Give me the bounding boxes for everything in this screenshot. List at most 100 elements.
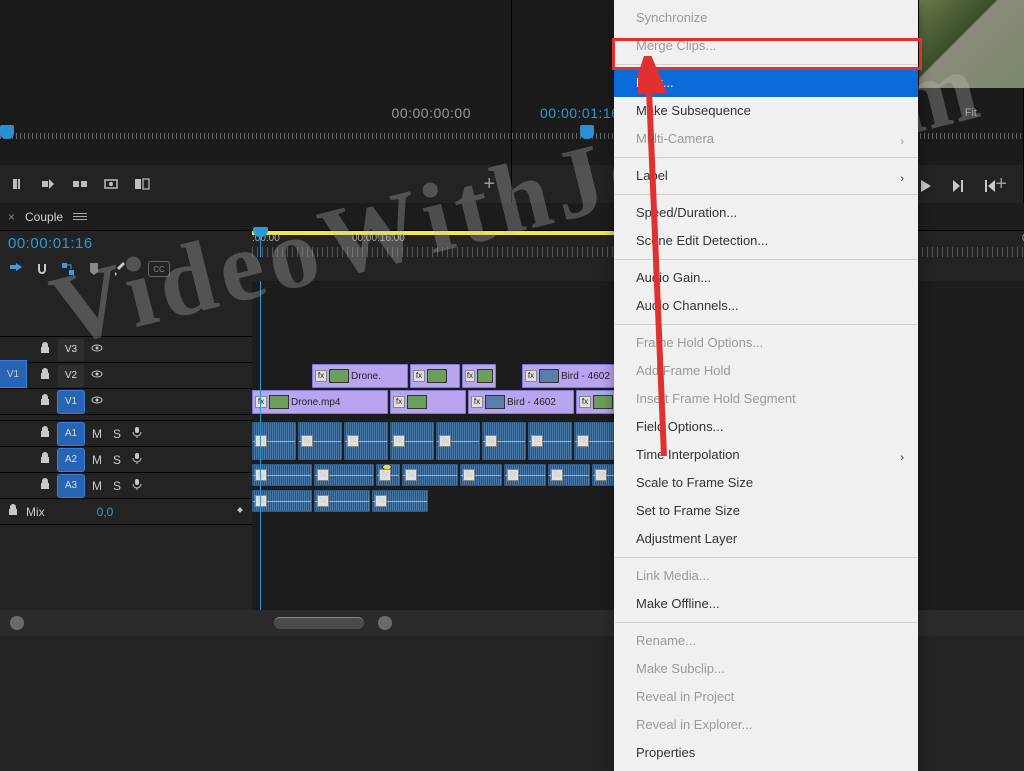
track-target-toggle[interactable]: A1	[58, 423, 84, 445]
fx-icon[interactable]: fx	[413, 370, 425, 382]
menu-item-set-to-frame-size[interactable]: Set to Frame Size	[614, 497, 918, 525]
fx-icon[interactable]: fx	[531, 435, 543, 447]
audio-clip[interactable]: fx	[344, 422, 388, 460]
solo-toggle[interactable]: S	[110, 453, 124, 467]
solo-toggle[interactable]: S	[110, 479, 124, 493]
menu-item-make-offline[interactable]: Make Offline...	[614, 590, 918, 618]
linked-selection-icon[interactable]	[60, 261, 76, 277]
horizontal-scrollbar[interactable]	[274, 617, 364, 629]
audio-clip[interactable]: fx	[574, 422, 618, 460]
audio-clip[interactable]: fx	[548, 464, 590, 486]
eye-icon[interactable]	[90, 342, 104, 357]
step-forward-icon[interactable]	[950, 178, 966, 197]
keyframe-icon[interactable]	[234, 504, 246, 519]
fx-icon[interactable]: fx	[577, 435, 589, 447]
audio-track-header[interactable]: A2MS	[0, 447, 252, 473]
fx-icon[interactable]: fx	[393, 435, 405, 447]
compare-icon[interactable]	[134, 176, 150, 192]
menu-item-speed-duration[interactable]: Speed/Duration...	[614, 199, 918, 227]
step-back-icon[interactable]	[982, 178, 998, 197]
source-timecode[interactable]: 00:00:00:00	[392, 105, 471, 121]
lock-icon[interactable]	[38, 368, 52, 383]
fx-icon[interactable]: fx	[507, 469, 519, 481]
nest-toggle-icon[interactable]	[8, 261, 24, 277]
fx-icon[interactable]: fx	[439, 435, 451, 447]
fx-icon[interactable]: fx	[551, 469, 563, 481]
track-target-toggle[interactable]: V1	[58, 391, 84, 413]
audio-clip[interactable]: fx	[314, 464, 374, 486]
fx-icon[interactable]: fx	[347, 435, 359, 447]
sequence-tab[interactable]: Couple	[25, 210, 63, 224]
play-icon[interactable]	[918, 178, 934, 197]
source-mini-ruler[interactable]	[0, 125, 511, 139]
zoom-in-handle[interactable]	[378, 616, 392, 630]
menu-item-adjustment-layer[interactable]: Adjustment Layer	[614, 525, 918, 553]
menu-item-time-interpolation[interactable]: Time Interpolation›	[614, 441, 918, 469]
video-clip[interactable]: fx	[410, 364, 460, 388]
mix-track-header[interactable]: Mix 0,0	[0, 499, 252, 525]
audio-clip[interactable]: fx	[252, 490, 312, 512]
video-track-header[interactable]: V2	[0, 363, 252, 389]
fx-icon[interactable]: fx	[301, 435, 313, 447]
audio-clip[interactable]: fx	[298, 422, 342, 460]
lock-icon[interactable]	[38, 478, 52, 493]
fx-icon[interactable]: fx	[405, 469, 417, 481]
button-editor-plus[interactable]: +	[483, 173, 495, 196]
menu-item-audio-gain[interactable]: Audio Gain...	[614, 264, 918, 292]
audio-clip[interactable]: fx	[376, 464, 400, 486]
fx-icon[interactable]: fx	[471, 396, 483, 408]
marker-icon[interactable]	[86, 261, 102, 277]
audio-clip[interactable]: fx	[436, 422, 480, 460]
timeline-playhead[interactable]	[260, 231, 261, 257]
fx-icon[interactable]: fx	[375, 495, 387, 507]
menu-item-properties[interactable]: Properties	[614, 739, 918, 767]
fx-icon[interactable]: fx	[525, 370, 537, 382]
lock-icon[interactable]	[38, 452, 52, 467]
video-clip[interactable]: fxBird - 4602	[468, 390, 574, 414]
fx-icon[interactable]: fx	[317, 495, 329, 507]
track-target-toggle[interactable]: V2	[58, 365, 84, 387]
export-frame-icon[interactable]	[103, 176, 119, 192]
mute-toggle[interactable]: M	[90, 427, 104, 441]
fx-icon[interactable]: fx	[485, 435, 497, 447]
insert-icon[interactable]	[41, 176, 57, 192]
solo-toggle[interactable]: S	[110, 427, 124, 441]
menu-item-audio-channels[interactable]: Audio Channels...	[614, 292, 918, 320]
fx-icon[interactable]: fx	[255, 396, 267, 408]
zoom-out-handle[interactable]	[10, 616, 24, 630]
source-monitor[interactable]: 00:00:00:00	[0, 0, 512, 165]
fx-icon[interactable]: fx	[595, 469, 607, 481]
menu-item-scene-edit-detection[interactable]: Scene Edit Detection...	[614, 227, 918, 255]
video-clip[interactable]: fx	[462, 364, 496, 388]
audio-clip[interactable]: fx	[482, 422, 526, 460]
menu-item-scale-to-frame-size[interactable]: Scale to Frame Size	[614, 469, 918, 497]
overwrite-icon[interactable]	[72, 176, 88, 192]
fx-icon[interactable]: fx	[579, 396, 591, 408]
mute-toggle[interactable]: M	[90, 479, 104, 493]
source-patch-v1[interactable]: V1	[0, 361, 26, 387]
audio-clip[interactable]: fx	[252, 464, 312, 486]
fx-icon[interactable]: fx	[379, 469, 391, 481]
close-tab-icon[interactable]: ×	[8, 210, 15, 224]
audio-clip[interactable]: fx	[504, 464, 546, 486]
program-timecode[interactable]: 00:00:01:16	[540, 105, 619, 121]
lock-icon[interactable]	[38, 394, 52, 409]
menu-item-field-options[interactable]: Field Options...	[614, 413, 918, 441]
lock-icon[interactable]	[38, 342, 52, 357]
audio-track-header[interactable]: A3MS	[0, 473, 252, 499]
captions-icon[interactable]: CC	[148, 261, 170, 277]
audio-clip[interactable]: fx	[528, 422, 572, 460]
record-toggle[interactable]	[130, 426, 144, 441]
menu-item-label[interactable]: Label›	[614, 162, 918, 190]
mute-toggle[interactable]: M	[90, 453, 104, 467]
work-area-bar[interactable]	[252, 231, 622, 235]
audio-clip[interactable]: fx	[402, 464, 458, 486]
lock-icon[interactable]	[6, 504, 20, 519]
menu-item-make-subsequence[interactable]: Make Subsequence	[614, 97, 918, 125]
program-playhead[interactable]	[580, 125, 594, 139]
video-clip[interactable]: fxDrone.	[312, 364, 408, 388]
audio-clip[interactable]: fx	[460, 464, 502, 486]
mark-in-icon[interactable]	[10, 176, 26, 192]
video-clip[interactable]: fxDrone.mp4	[252, 390, 388, 414]
fx-icon[interactable]: fx	[463, 469, 475, 481]
